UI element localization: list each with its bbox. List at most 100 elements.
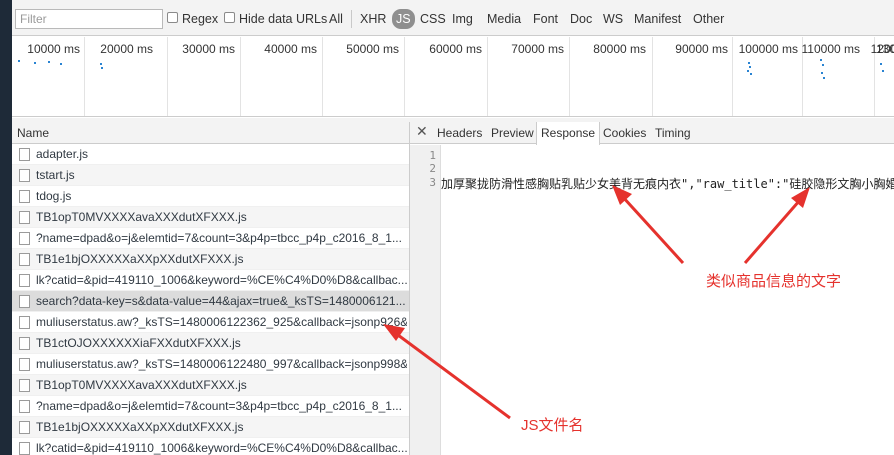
name-column-header[interactable]: Name	[12, 122, 409, 144]
overview-tick-label: 10000 ms	[27, 42, 80, 56]
filter-type-media[interactable]: Media	[487, 12, 521, 26]
detail-tabbar: ✕ Headers Preview Response Cookies Timin…	[410, 122, 894, 145]
overview-tick-label: 110000 ms	[801, 42, 860, 56]
request-list: Name adapter.js tstart.js tdog.js TB1opT0MV…	[12, 122, 410, 455]
request-row[interactable]: tdog.js	[12, 186, 409, 207]
request-dot	[48, 61, 50, 63]
annotation-js-filename: JS文件名	[521, 417, 584, 434]
tab-cookies[interactable]: Cookies	[599, 122, 650, 144]
file-icon	[19, 337, 30, 350]
request-row[interactable]: TB1e1bjOXXXXXaXXpXXdutXFXXX.js	[12, 249, 409, 270]
filter-type-ws[interactable]: WS	[603, 12, 623, 26]
overview-tick-label: 40000 ms	[264, 42, 317, 56]
file-icon	[19, 400, 30, 413]
request-dot	[100, 63, 102, 65]
request-row[interactable]: TB1e1bjOXXXXXaXXpXXdutXFXXX.js	[12, 417, 409, 438]
response-code-line[interactable]: 加厚聚拢防滑性感胸贴乳贴少女美背无痕内衣","raw_title":"硅胶隐形文…	[441, 175, 894, 192]
hide-data-urls-checkbox[interactable]	[224, 12, 235, 23]
request-dot	[749, 66, 751, 68]
request-dot	[34, 62, 36, 64]
request-name: lk?catid=&pid=419110_1006&keyword=%CE%C4…	[36, 441, 407, 455]
request-name: tdog.js	[36, 189, 72, 203]
request-dot	[823, 77, 825, 79]
filter-type-css[interactable]: CSS	[420, 12, 446, 26]
hide-data-urls-label[interactable]: Hide data URLs	[239, 12, 327, 26]
request-row[interactable]: TB1opT0MVXXXXavaXXXdutXFXXX.js	[12, 207, 409, 228]
overview-tick-label: 60000 ms	[429, 42, 482, 56]
line-number: 2	[429, 162, 436, 175]
request-name: ?name=dpad&o=j&elemtid=7&count=3&p4p=tbc…	[36, 231, 402, 245]
file-icon	[19, 232, 30, 245]
overview-tick-label: 70000 ms	[511, 42, 564, 56]
regex-label[interactable]: Regex	[182, 12, 218, 26]
file-icon	[19, 442, 30, 455]
request-name: TB1opT0MVXXXXavaXXXdutXFXXX.js	[36, 378, 247, 392]
tab-response[interactable]: Response	[536, 122, 601, 145]
request-rows: adapter.js tstart.js tdog.js TB1opT0MVXXXXa…	[12, 144, 409, 455]
line-number: 1	[429, 149, 436, 162]
request-row[interactable]: lk?catid=&pid=419110_1006&keyword=%CE%C4…	[12, 270, 409, 291]
overview-tick-label: 1300	[876, 42, 894, 56]
request-row[interactable]: search?data-key=s&data-value=44&ajax=tru…	[12, 291, 409, 312]
request-name: TB1ctOJOXXXXXXiaFXXdutXFXXX.js	[36, 336, 241, 350]
file-icon	[19, 148, 30, 161]
filter-type-img[interactable]: Img	[452, 12, 473, 26]
request-row[interactable]: muliuserstatus.aw?_ksTS=1480006122480_99…	[12, 354, 409, 375]
left-dark-strip	[0, 0, 12, 455]
file-icon	[19, 295, 30, 308]
overview-tick-label: 20000 ms	[100, 42, 153, 56]
request-dot	[60, 63, 62, 65]
filter-type-font[interactable]: Font	[533, 12, 558, 26]
request-dot	[821, 72, 823, 74]
request-dot	[882, 70, 884, 72]
filter-type-all[interactable]: All	[329, 12, 343, 26]
request-dot	[748, 62, 750, 64]
filter-type-xhr[interactable]: XHR	[360, 12, 386, 26]
request-row[interactable]: TB1ctOJOXXXXXXiaFXXdutXFXXX.js	[12, 333, 409, 354]
filter-type-js[interactable]: JS	[392, 9, 415, 29]
filter-type-manifest[interactable]: Manifest	[634, 12, 681, 26]
tab-preview[interactable]: Preview	[487, 122, 538, 144]
request-name: tstart.js	[36, 168, 75, 182]
filter-type-doc[interactable]: Doc	[570, 12, 592, 26]
request-name: adapter.js	[36, 147, 89, 161]
request-dot	[880, 63, 882, 65]
overview-tick-label: 90000 ms	[675, 42, 728, 56]
request-name: muliuserstatus.aw?_ksTS=1480006122480_99…	[36, 357, 407, 371]
annotation-product-text: 类似商品信息的文字	[706, 273, 842, 290]
request-name: lk?catid=&pid=419110_1006&keyword=%CE%C4…	[36, 273, 407, 287]
tab-headers[interactable]: Headers	[433, 122, 486, 144]
request-row[interactable]: lk?catid=&pid=419110_1006&keyword=%CE%C4…	[12, 438, 409, 455]
request-name: TB1e1bjOXXXXXaXXpXXdutXFXXX.js	[36, 252, 244, 266]
request-name: search?data-key=s&data-value=44&ajax=tru…	[36, 294, 406, 308]
request-name: muliuserstatus.aw?_ksTS=1480006122362_92…	[36, 315, 407, 329]
overview-tick-label: 50000 ms	[346, 42, 399, 56]
file-icon	[19, 316, 30, 329]
overview-tick-label: 30000 ms	[182, 42, 235, 56]
request-row[interactable]: ?name=dpad&o=j&elemtid=7&count=3&p4p=tbc…	[12, 228, 409, 249]
request-name: TB1e1bjOXXXXXaXXpXXdutXFXXX.js	[36, 420, 244, 434]
file-icon	[19, 274, 30, 287]
request-dot	[18, 60, 20, 62]
request-row[interactable]: TB1opT0MVXXXXavaXXXdutXFXXX.js	[12, 375, 409, 396]
request-row[interactable]: ?name=dpad&o=j&elemtid=7&count=3&p4p=tbc…	[12, 396, 409, 417]
timeline-overview[interactable]: 10000 ms 20000 ms 30000 ms 40000 ms 5000…	[12, 37, 894, 117]
overview-tick-label: 80000 ms	[593, 42, 646, 56]
request-row[interactable]: adapter.js	[12, 144, 409, 165]
request-row[interactable]: muliuserstatus.aw?_ksTS=1480006122362_92…	[12, 312, 409, 333]
file-icon	[19, 253, 30, 266]
regex-checkbox[interactable]	[167, 12, 178, 23]
filter-input[interactable]	[15, 9, 163, 29]
request-dot	[750, 73, 752, 75]
line-number: 3	[429, 176, 436, 189]
filter-type-other[interactable]: Other	[693, 12, 724, 26]
request-row[interactable]: tstart.js	[12, 165, 409, 186]
file-icon	[19, 211, 30, 224]
file-icon	[19, 421, 30, 434]
close-icon[interactable]: ✕	[416, 123, 428, 140]
file-icon	[19, 379, 30, 392]
request-dot	[822, 64, 824, 66]
request-dot	[820, 59, 822, 61]
file-icon	[19, 169, 30, 182]
tab-timing[interactable]: Timing	[651, 122, 695, 144]
